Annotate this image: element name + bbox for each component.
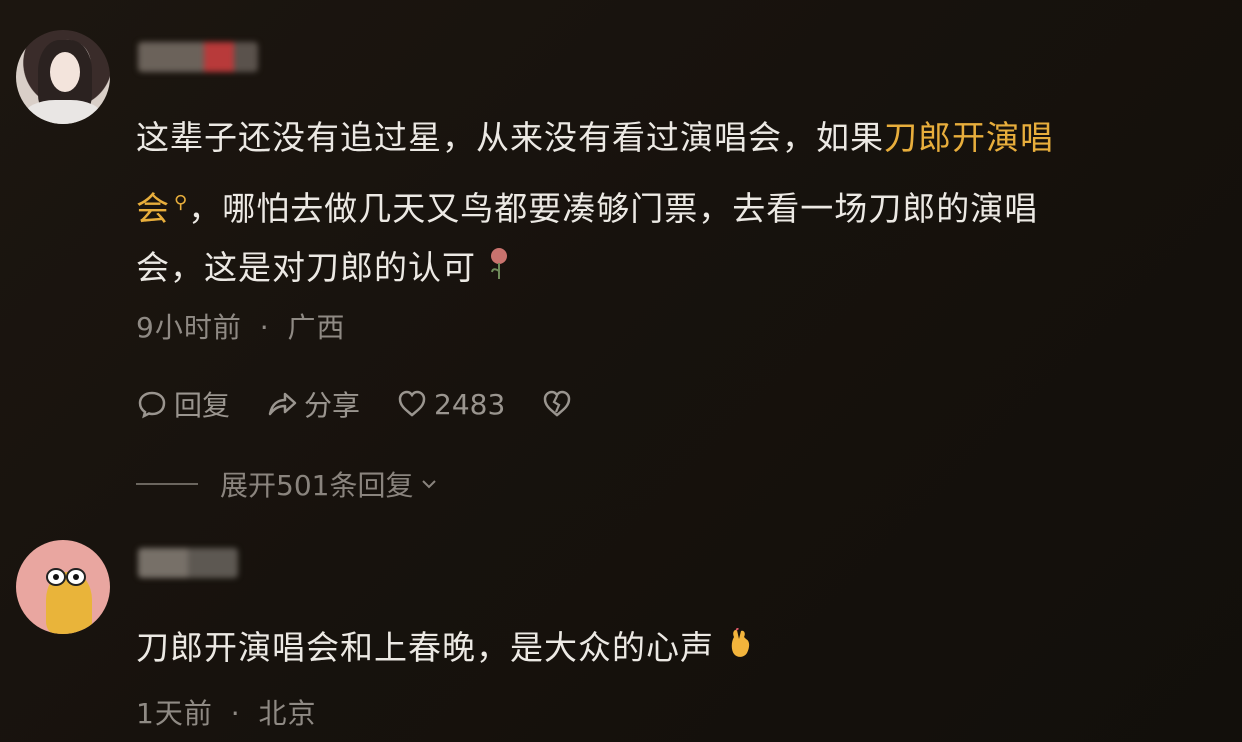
share-label: 分享 (304, 389, 361, 422)
chevron-down-icon (422, 480, 437, 489)
comment-meta: 9小时前 · 广西 (136, 306, 346, 346)
heart-icon (398, 390, 426, 417)
rose-emoji-icon (488, 237, 510, 302)
comment-text-line: 刀郎开演唱会和上春晚，是大众的心声 (136, 615, 754, 682)
share-arrow-icon (268, 392, 297, 416)
comment-text-line: 会，这是对刀郎的认可 (136, 235, 510, 302)
like-button[interactable]: 2483 (396, 388, 505, 421)
expand-replies-label: 展开501条回复 (220, 469, 414, 502)
chat-bubble-icon (138, 391, 166, 419)
avatar[interactable] (16, 30, 110, 124)
avatar[interactable] (16, 540, 110, 634)
username-blurred[interactable] (138, 42, 258, 72)
username-blurred[interactable] (138, 548, 238, 578)
comment-text-line: 这辈子还没有追过星，从来没有看过演唱会，如果刀郎开演唱 (136, 118, 1054, 157)
comment-location: 广西 (287, 311, 346, 344)
expand-replies-button[interactable]: 展开501条回复 (136, 464, 439, 504)
share-button[interactable]: 分享 (266, 384, 360, 424)
search-keyword-link[interactable]: 会 ⚲ (136, 189, 188, 228)
comment-time: 9小时前 (136, 311, 242, 344)
comment-actions: 回复 分享 2483 (136, 384, 615, 424)
dislike-button[interactable] (541, 388, 579, 420)
finger-heart-emoji-icon (726, 617, 754, 682)
comment-meta: 1天前 · 北京 (136, 692, 317, 732)
reply-button[interactable]: 回复 (136, 384, 230, 424)
search-keyword-link[interactable]: 刀郎开演唱 (884, 118, 1054, 157)
broken-heart-icon (544, 390, 571, 417)
search-icon[interactable]: ⚲ (174, 192, 188, 213)
comment-item: 这辈子还没有追过星，从来没有看过演唱会，如果刀郎开演唱 会 ⚲，哪怕去做几天又鸟都… (0, 0, 1242, 520)
meta-separator: · (230, 697, 241, 730)
like-count: 2483 (434, 387, 506, 421)
divider (136, 483, 198, 485)
comment-item: 刀郎开演唱会和上春晚，是大众的心声 1天前 · 北京 (0, 520, 1242, 742)
comment-text-line: 会 ⚲，哪怕去做几天又鸟都要凑够门票，去看一场刀郎的演唱 (136, 189, 1039, 228)
meta-separator: · (259, 311, 270, 344)
comment-time: 1天前 (136, 697, 213, 730)
reply-label: 回复 (174, 389, 231, 422)
comment-location: 北京 (258, 697, 317, 730)
